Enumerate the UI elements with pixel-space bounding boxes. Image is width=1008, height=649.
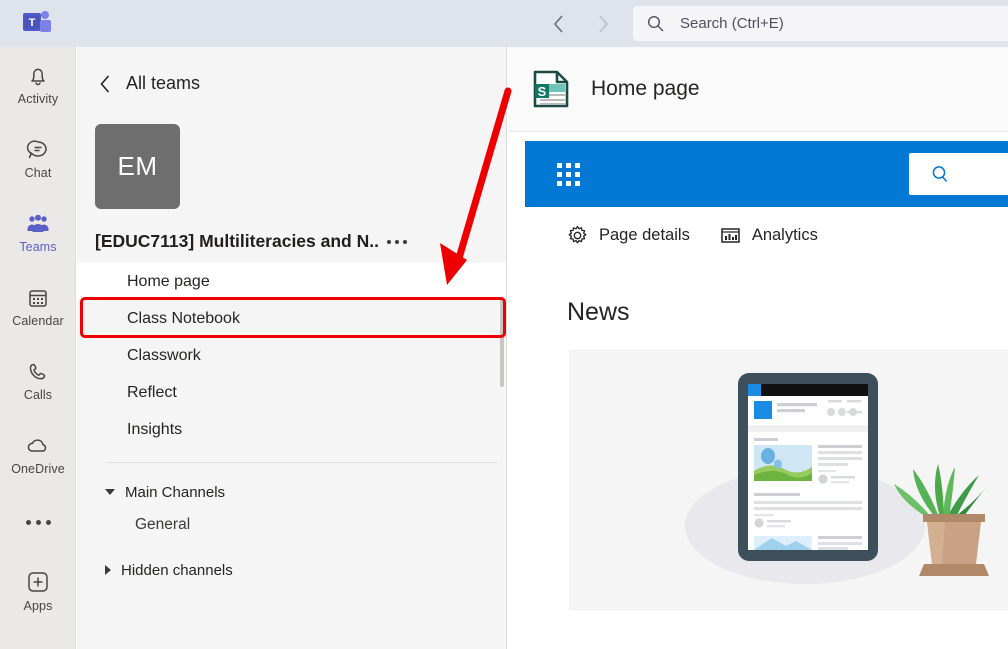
team-tab-list: Home page Class Notebook Classwork Refle… <box>77 263 506 448</box>
rail-label-apps: Apps <box>23 598 53 613</box>
team-tab-insights[interactable]: Insights <box>77 411 506 448</box>
teams-logo-icon: T <box>0 0 76 47</box>
team-tab-class-notebook[interactable]: Class Notebook <box>77 300 506 337</box>
cloud-icon <box>27 438 47 452</box>
back-button[interactable] <box>545 10 573 38</box>
chevron-left-icon <box>100 74 110 93</box>
rail-item-chat[interactable]: Chat <box>0 121 76 195</box>
rail-item-onedrive[interactable]: OneDrive <box>0 417 76 491</box>
team-name: [EDUC7113] Multiliteracies and N.. <box>95 231 379 251</box>
rail-label-chat: Chat <box>24 165 52 180</box>
gear-icon <box>568 225 587 243</box>
team-avatar: EM <box>95 124 180 209</box>
teams-left-panel: All teams EM [EDUC7113] Multiliteracies … <box>77 47 507 649</box>
chevron-down-icon <box>105 489 115 495</box>
rail-item-more[interactable] <box>0 491 76 553</box>
page-title: Home page <box>591 77 700 100</box>
left-panel-scrollbar[interactable] <box>500 297 504 387</box>
rail-item-calls[interactable]: Calls <box>0 343 76 417</box>
team-tab-label: Classwork <box>127 346 201 364</box>
search-icon <box>647 15 664 32</box>
forward-button[interactable] <box>589 10 617 38</box>
team-tab-label: Class Notebook <box>127 309 240 327</box>
chevron-left-icon <box>553 14 563 33</box>
svg-text:T: T <box>29 17 36 29</box>
rail-item-teams[interactable]: Teams <box>0 195 76 269</box>
rail-item-calendar[interactable]: Calendar <box>0 269 76 343</box>
rail-label-teams: Teams <box>19 239 57 254</box>
rail-label-calls: Calls <box>23 387 53 402</box>
more-horizontal-icon <box>25 519 51 525</box>
news-heading: News <box>567 298 630 326</box>
channel-label: General <box>135 516 191 533</box>
chevron-right-icon <box>599 14 609 33</box>
analytics-button[interactable]: Analytics <box>720 225 818 246</box>
team-tab-label: Insights <box>127 420 183 438</box>
channel-group-label: Hidden channels <box>121 561 233 579</box>
rail-label-activity: Activity <box>17 91 59 106</box>
rail-item-activity[interactable]: Activity <box>0 47 76 121</box>
all-teams-back-button[interactable]: All teams <box>77 47 506 94</box>
team-tab-reflect[interactable]: Reflect <box>77 374 506 411</box>
team-tab-classwork[interactable]: Classwork <box>77 337 506 374</box>
team-header: [EDUC7113] Multiliteracies and N.. <box>95 231 495 252</box>
chevron-right-icon <box>105 565 111 575</box>
phone-icon <box>29 363 46 379</box>
rail-label-onedrive: OneDrive <box>11 461 65 476</box>
tablet-news-plant-illustration <box>685 373 989 584</box>
plus-square-icon <box>28 571 48 592</box>
search-input[interactable]: Search (Ctrl+E) <box>633 6 1008 41</box>
channel-group-hidden-channels[interactable]: Hidden channels <box>77 553 506 587</box>
team-tab-label: Reflect <box>127 383 177 401</box>
rail-item-apps[interactable]: Apps <box>0 553 76 627</box>
main-content: S Home page Page details Analytics News <box>509 47 1008 649</box>
teams-people-icon <box>27 214 49 232</box>
rail-label-calendar: Calendar <box>12 313 64 328</box>
search-icon <box>932 165 948 182</box>
calendar-icon <box>29 289 47 307</box>
sharepoint-suite-bar <box>525 141 1008 207</box>
app-launcher-waffle-icon[interactable] <box>557 162 580 186</box>
bell-icon <box>31 68 45 85</box>
svg-text:S: S <box>538 84 547 99</box>
channel-group-main-channels[interactable]: Main Channels <box>77 475 506 509</box>
news-empty-state-card <box>569 350 1008 610</box>
tab-header: S Home page <box>509 47 1008 132</box>
panel-divider <box>107 462 497 463</box>
title-bar: T Search (Ctrl+E) <box>0 0 1008 47</box>
sharepoint-command-bar: Page details Analytics <box>509 207 1008 263</box>
page-details-label: Page details <box>599 225 690 244</box>
bar-chart-icon <box>721 227 740 243</box>
channel-general[interactable]: General <box>77 509 506 541</box>
sharepoint-page-icon: S <box>533 70 569 108</box>
team-tab-home-page[interactable]: Home page <box>77 263 506 300</box>
team-tab-label: Home page <box>127 272 210 290</box>
search-placeholder-text: Search (Ctrl+E) <box>680 15 784 32</box>
teams-window: T Search (Ctrl+E) Activity Chat Teams Ca… <box>0 0 1008 649</box>
page-details-button[interactable]: Page details <box>567 225 690 246</box>
navigation-arrows <box>545 0 617 47</box>
chat-bubble-icon <box>26 139 47 158</box>
team-more-options-button[interactable] <box>386 239 407 244</box>
app-rail: Activity Chat Teams Calendar Calls OneDr… <box>0 47 76 649</box>
all-teams-label: All teams <box>126 73 201 93</box>
channel-group-label: Main Channels <box>125 483 226 501</box>
sharepoint-search-input[interactable] <box>909 153 1008 195</box>
analytics-label: Analytics <box>751 225 818 244</box>
